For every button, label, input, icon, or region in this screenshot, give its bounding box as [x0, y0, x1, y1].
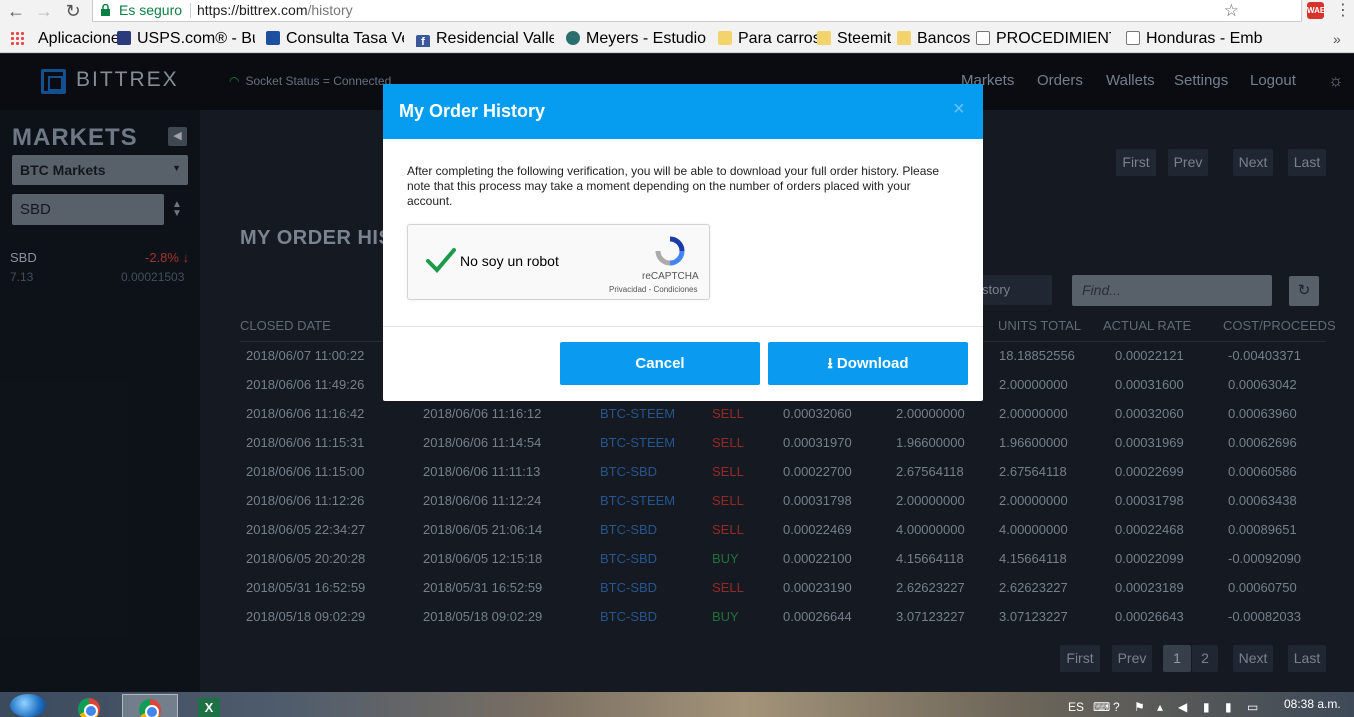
modal-divider [383, 326, 983, 327]
page-icon [976, 31, 990, 45]
omnibox-separator [190, 3, 191, 18]
battery-icon[interactable]: ▭ [1247, 700, 1258, 714]
url-path: /history [307, 2, 353, 18]
apps-grid-icon[interactable] [10, 31, 24, 45]
network-icon-2[interactable]: ▮ [1225, 700, 1232, 714]
download-button[interactable]: ⭳ Download [768, 342, 968, 385]
modal-header: My Order History × [383, 84, 983, 139]
taskbar-chrome[interactable] [62, 694, 118, 717]
chrome-icon [78, 698, 100, 717]
bookmark-consulta[interactable]: Consulta Tasa Vehic [266, 31, 404, 47]
bookmark-usps[interactable]: USPS.com® - Búsqu [117, 31, 255, 47]
captcha-label: No soy un robot [460, 253, 559, 269]
browser-menu-icon[interactable]: ⋮ [1335, 2, 1351, 19]
secure-label: Es seguro [119, 2, 183, 18]
extension-icon[interactable]: WAE [1307, 2, 1325, 19]
bookmark-label: Aplicaciones [38, 31, 128, 47]
flag-icon[interactable]: ⚑ [1134, 700, 1145, 714]
network-icon[interactable]: ▮ [1203, 700, 1210, 714]
url-text[interactable]: https://bittrex.com/history [197, 0, 353, 21]
back-arrow-icon[interactable]: ← [4, 0, 28, 22]
bookmark-residencial[interactable]: f Residencial Valle Esc [416, 31, 554, 47]
volume-icon[interactable]: ◀ [1178, 700, 1187, 714]
bookmark-meyers[interactable]: Meyers - Estudio de [566, 31, 706, 47]
start-button-icon[interactable] [10, 694, 46, 717]
download-label: Download [836, 355, 909, 372]
bookmark-star-icon[interactable]: ☆ [1224, 0, 1239, 21]
usps-icon [117, 31, 131, 45]
bookmark-label: Bancos [917, 31, 971, 47]
site-icon [566, 31, 580, 45]
download-icon: ⭳ [827, 355, 833, 372]
cancel-button[interactable]: Cancel [560, 342, 760, 385]
excel-icon: X [198, 698, 220, 717]
reload-icon[interactable]: ↻ [61, 0, 85, 22]
bookmark-label: Para carros [738, 31, 821, 47]
bookmark-label: PROCEDIMIENTO PA [996, 31, 1111, 47]
bookmark-honduras[interactable]: Honduras - Embajad [1126, 31, 1262, 47]
more-bookmarks-icon[interactable]: » [1333, 31, 1341, 47]
bookmark-label: Meyers - Estudio de [586, 31, 706, 47]
close-icon[interactable]: × [953, 98, 965, 121]
bookmark-folder-steemit[interactable]: Steemit [817, 31, 891, 47]
bookmark-label: Honduras - Embajad [1146, 31, 1262, 47]
bookmark-label: USPS.com® - Búsqu [137, 31, 255, 47]
page-icon [1126, 31, 1140, 45]
language-indicator[interactable]: ES [1068, 700, 1084, 714]
bookmark-procedimiento[interactable]: PROCEDIMIENTO PA [976, 31, 1111, 47]
bookmark-label: Consulta Tasa Vehic [286, 31, 404, 47]
url-host: https://bittrex.com [197, 2, 308, 18]
clock-time[interactable]: 08:38 a.m. [1284, 697, 1341, 711]
site-icon [266, 31, 280, 45]
chrome-icon [139, 699, 161, 717]
folder-icon [897, 31, 911, 45]
taskbar-chrome-active[interactable] [122, 694, 178, 717]
folder-icon [817, 31, 831, 45]
checkmark-icon[interactable] [424, 243, 458, 277]
folder-icon [718, 31, 732, 45]
address-bar[interactable]: Es seguro https://bittrex.com/history ☆ [92, 0, 1302, 22]
keyboard-icon[interactable]: ⌨ [1093, 700, 1110, 714]
tray-expand-icon[interactable]: ▴ [1157, 700, 1163, 714]
bookmark-folder-bancos[interactable]: Bancos [897, 31, 970, 47]
help-icon[interactable]: ? [1113, 700, 1120, 714]
facebook-icon: f [416, 35, 430, 47]
bookmark-label: Residencial Valle Esc [436, 31, 554, 47]
bookmark-label: Steemit [837, 31, 892, 47]
forward-arrow-icon[interactable]: → [32, 0, 56, 22]
modal-title: My Order History [399, 101, 546, 121]
bookmark-folder-carros[interactable]: Para carros [718, 31, 821, 47]
captcha-terms[interactable]: Privacidad - Condiciones [609, 285, 698, 294]
lock-icon [101, 4, 110, 16]
recaptcha-widget[interactable]: No soy un robot reCAPTCHA Privacidad - C… [407, 224, 710, 300]
bookmark-aplicaciones[interactable]: Aplicaciones [38, 31, 128, 47]
modal-description: After completing the following verificat… [407, 164, 940, 208]
recaptcha-logo-icon [655, 236, 685, 266]
taskbar-excel[interactable]: X [182, 694, 238, 717]
order-history-modal: My Order History × After completing the … [383, 84, 983, 401]
captcha-brand: reCAPTCHA [642, 271, 699, 282]
